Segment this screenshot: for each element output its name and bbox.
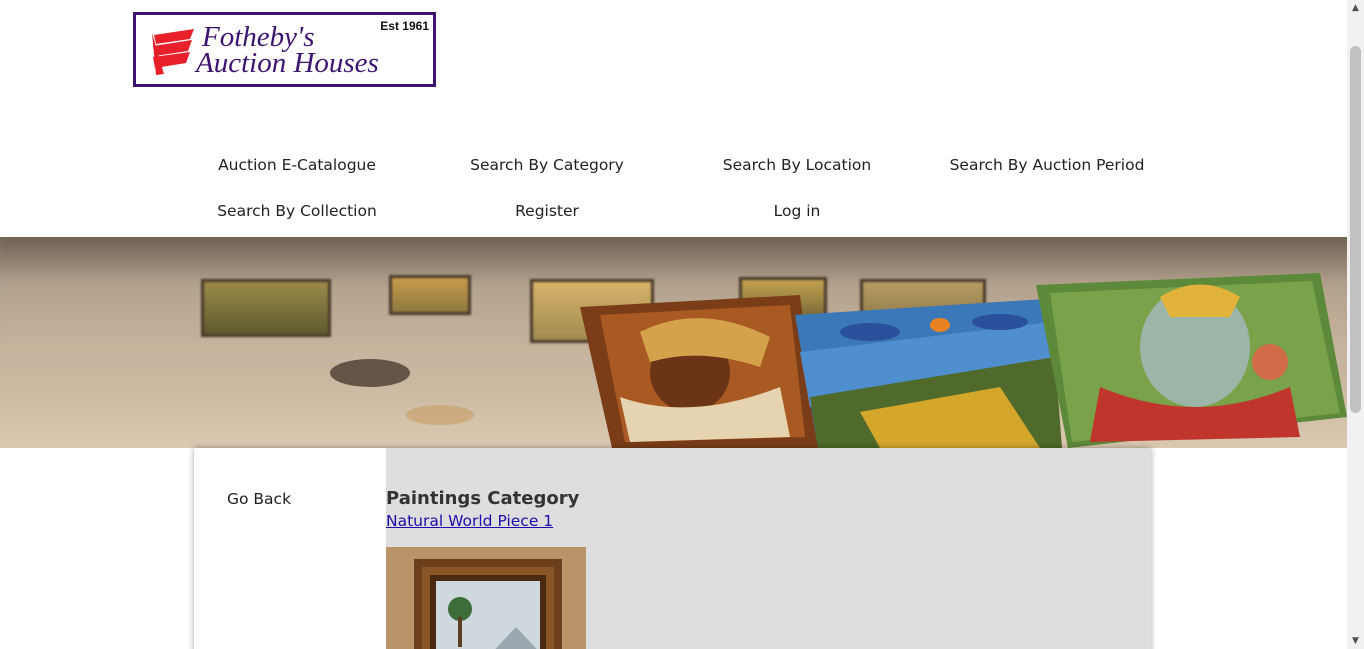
page: Fotheby's Auction Houses Est 1961 Auctio… — [0, 0, 1347, 649]
logo-name-line2: Auction Houses — [196, 47, 379, 79]
go-back-link[interactable]: Go Back — [227, 490, 291, 508]
nav-search-by-location[interactable]: Search By Location — [723, 156, 871, 174]
site-logo[interactable]: Fotheby's Auction Houses Est 1961 — [133, 12, 436, 87]
scroll-up-icon[interactable]: ▲ — [1347, 0, 1364, 16]
item-thumbnail[interactable] — [386, 547, 586, 649]
logo-est: Est 1961 — [380, 19, 429, 33]
nav-search-by-collection[interactable]: Search By Collection — [217, 202, 377, 220]
nav-search-by-category[interactable]: Search By Category — [470, 156, 624, 174]
sidebar: Go Back — [194, 448, 386, 649]
content-panel: Go Back Paintings Category Natural World… — [194, 448, 1151, 649]
nav-log-in[interactable]: Log in — [774, 202, 821, 220]
main-content: Paintings Category Natural World Piece 1 — [386, 448, 1151, 649]
nav-auction-e-catalogue[interactable]: Auction E-Catalogue — [218, 156, 376, 174]
nav-register[interactable]: Register — [515, 202, 579, 220]
framed-painting-image — [386, 547, 586, 649]
scroll-down-icon[interactable]: ▼ — [1347, 633, 1364, 649]
category-title: Paintings Category — [386, 488, 580, 509]
hero-banner — [0, 237, 1347, 448]
scrollbar-thumb[interactable] — [1350, 46, 1361, 413]
banner-paintings-art — [330, 273, 1347, 448]
logo-mark-icon — [152, 29, 194, 75]
item-link[interactable]: Natural World Piece 1 — [386, 512, 553, 530]
page-scrollbar[interactable]: ▲ ▼ — [1347, 0, 1364, 649]
nav-search-by-auction-period[interactable]: Search By Auction Period — [950, 156, 1145, 174]
